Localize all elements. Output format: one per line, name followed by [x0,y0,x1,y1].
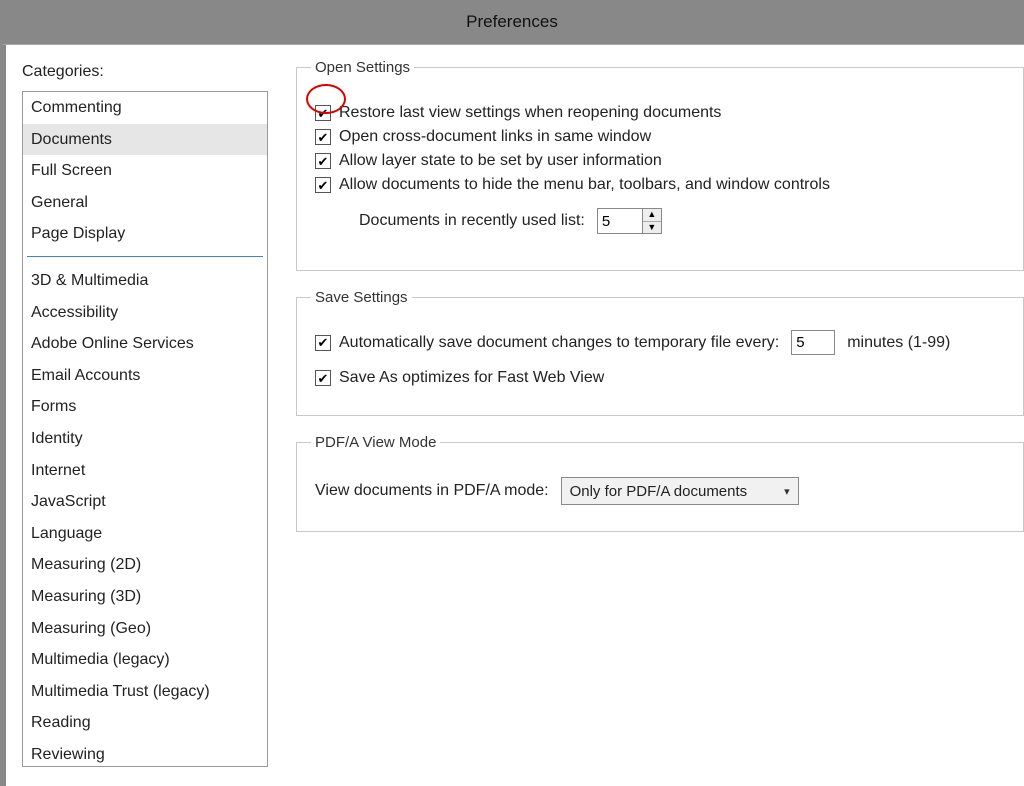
pdfa-mode-value: Only for PDF/A documents [570,483,748,500]
restore-last-view-checkbox[interactable] [315,105,331,121]
autosave-suffix: minutes (1-99) [847,334,950,352]
category-item[interactable]: Measuring (Geo) [23,613,267,645]
spinner-buttons: ▲ ▼ [643,208,662,234]
pdfa-legend: PDF/A View Mode [311,434,440,451]
content-area: Categories: CommentingDocumentsFull Scre… [0,44,1024,786]
category-item[interactable]: Reviewing [23,739,267,767]
category-item[interactable]: Page Display [23,218,267,250]
fast-web-row: Save As optimizes for Fast Web View [315,369,1009,387]
cross-doc-links-label: Open cross-document links in same window [339,128,651,146]
category-item[interactable]: Adobe Online Services [23,328,267,360]
hide-menu-checkbox[interactable] [315,177,331,193]
category-item[interactable]: Email Accounts [23,360,267,392]
autosave-minutes-input[interactable] [791,330,835,355]
category-item[interactable]: JavaScript [23,486,267,518]
autosave-checkbox[interactable] [315,335,331,351]
categories-listbox[interactable]: CommentingDocumentsFull ScreenGeneralPag… [22,91,268,767]
recent-docs-spinner: ▲ ▼ [597,208,662,234]
save-settings-legend: Save Settings [311,289,412,306]
categories-label: Categories: [22,63,268,81]
pdfa-mode-row: View documents in PDF/A mode: Only for P… [315,477,1009,505]
open-settings-legend: Open Settings [311,59,414,76]
chevron-down-icon: ▾ [784,485,790,498]
category-item[interactable]: Multimedia Trust (legacy) [23,676,267,708]
recent-docs-input[interactable] [597,208,643,234]
layer-state-label: Allow layer state to be set by user info… [339,152,662,170]
layer-state-row: Allow layer state to be set by user info… [315,152,1009,170]
hide-menu-row: Allow documents to hide the menu bar, to… [315,176,1009,194]
autosave-row: Automatically save document changes to t… [315,330,1009,355]
spinner-down-button[interactable]: ▼ [643,221,661,233]
autosave-label: Automatically save document changes to t… [339,334,779,352]
window-title: Preferences [466,12,558,32]
category-item[interactable]: Accessibility [23,297,267,329]
category-item[interactable]: Forms [23,391,267,423]
category-item[interactable]: Commenting [23,92,267,124]
category-item[interactable]: General [23,187,267,219]
recent-docs-row: Documents in recently used list: ▲ ▼ [359,208,1009,234]
category-item[interactable]: Reading [23,707,267,739]
title-bar: Preferences [0,0,1024,44]
category-item[interactable]: Measuring (2D) [23,549,267,581]
layer-state-checkbox[interactable] [315,153,331,169]
recent-docs-label: Documents in recently used list: [359,212,585,230]
category-item[interactable]: Identity [23,423,267,455]
fast-web-checkbox[interactable] [315,370,331,386]
category-item[interactable]: Multimedia (legacy) [23,644,267,676]
sidebar: Categories: CommentingDocumentsFull Scre… [6,45,278,786]
category-separator [27,256,263,257]
restore-last-view-label: Restore last view settings when reopenin… [339,104,721,122]
category-item[interactable]: Documents [23,124,267,156]
category-item[interactable]: Measuring (3D) [23,581,267,613]
pdfa-mode-select[interactable]: Only for PDF/A documents ▾ [561,477,799,505]
category-item[interactable]: Full Screen [23,155,267,187]
category-item[interactable]: Language [23,518,267,550]
cross-doc-links-checkbox[interactable] [315,129,331,145]
main-panel: Open Settings Restore last view settings… [278,45,1024,786]
fast-web-label: Save As optimizes for Fast Web View [339,369,604,387]
category-item[interactable]: Internet [23,455,267,487]
open-settings-group: Open Settings Restore last view settings… [296,59,1024,271]
category-item[interactable]: 3D & Multimedia [23,265,267,297]
save-settings-group: Save Settings Automatically save documen… [296,289,1024,416]
hide-menu-label: Allow documents to hide the menu bar, to… [339,176,830,194]
spinner-up-button[interactable]: ▲ [643,209,661,221]
pdfa-group: PDF/A View Mode View documents in PDF/A … [296,434,1024,532]
pdfa-mode-label: View documents in PDF/A mode: [315,482,549,500]
cross-doc-links-row: Open cross-document links in same window [315,128,1009,146]
restore-last-view-row: Restore last view settings when reopenin… [315,104,1009,122]
